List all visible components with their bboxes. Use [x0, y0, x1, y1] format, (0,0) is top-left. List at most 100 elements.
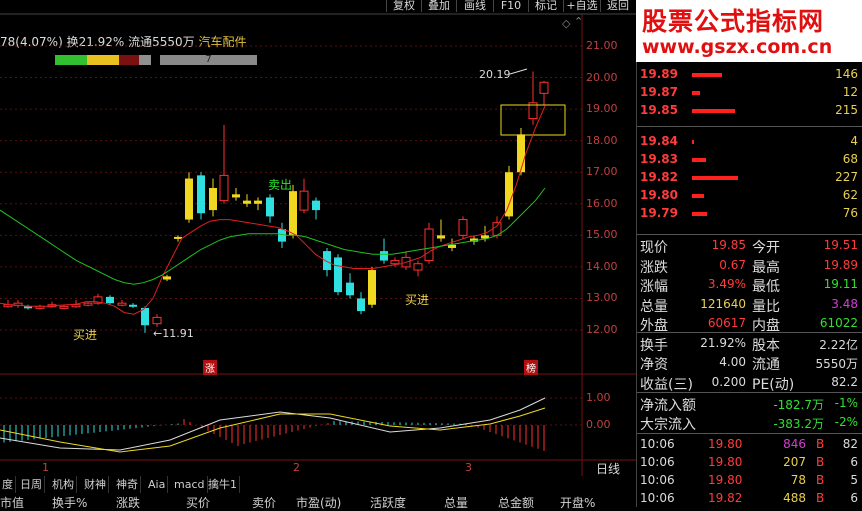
flow-value: -383.2万: [773, 417, 824, 431]
quote-value: 60617: [707, 316, 746, 330]
candle-body: [163, 276, 171, 280]
price-tick-label: 18.00: [586, 133, 618, 147]
flow-label: 净流入额: [640, 398, 696, 414]
kline-chart: [0, 13, 636, 476]
tick-side: B: [816, 437, 825, 451]
quote-value: 4.00: [719, 355, 746, 369]
orderbook-price: 19.80: [640, 188, 678, 202]
sell-signal: 卖出: [268, 178, 293, 192]
orderbook-volume: 227: [835, 170, 858, 184]
orderbook-row[interactable]: 19.80 62: [638, 187, 860, 205]
col-market-cap[interactable]: 市值: [0, 494, 24, 511]
quote-value: 19.51: [823, 238, 858, 252]
tick-row: 10:06 19.82 488 B 6: [638, 490, 860, 508]
orderbook-price: 19.84: [640, 134, 678, 148]
candle-body: [106, 296, 114, 304]
tab-caishen[interactable]: 财神: [82, 476, 109, 493]
macd-dif-line: [0, 397, 546, 451]
tab-shenqi[interactable]: 神奇: [114, 476, 141, 493]
candle-body: [312, 200, 320, 211]
orderbook-volume-bar: [692, 91, 700, 95]
quote-label: 今开: [752, 240, 780, 256]
high-arrow: [509, 68, 528, 75]
logo-url: www.gszx.com.cn: [642, 36, 833, 58]
tab-aia[interactable]: Aia: [146, 476, 169, 493]
col-pe[interactable]: 市盈(动): [296, 494, 341, 511]
top-list-badge: 榜: [524, 360, 538, 375]
orderbook-row[interactable]: 19.79 76: [638, 205, 860, 223]
orderbook-row[interactable]: 19.84 4: [638, 133, 860, 151]
orderbook-row[interactable]: 19.85 215: [638, 102, 860, 120]
col-volume[interactable]: 总量: [444, 494, 468, 511]
quote-row: 收益(三) 0.200 PE(动) 82.2: [638, 373, 860, 393]
candle-body: [197, 175, 205, 214]
quote-label: 现价: [640, 240, 668, 256]
tick-time: 10:06: [640, 491, 675, 505]
tab-qinniu[interactable]: 擒牛1: [206, 476, 240, 493]
tick-count: 6: [850, 491, 858, 505]
orderbook-row[interactable]: 19.82 227: [638, 169, 860, 187]
tick-volume: 488: [783, 491, 806, 505]
candle-body: [243, 200, 251, 204]
date-mark-2: 2: [293, 461, 300, 474]
col-change[interactable]: 涨跌: [116, 494, 140, 511]
col-bid[interactable]: 买价: [186, 494, 210, 511]
period-label[interactable]: 日线: [596, 460, 620, 477]
tab-day-week[interactable]: 日周: [18, 476, 45, 493]
tick-time: 10:06: [640, 437, 675, 451]
quote-row: 涨幅 3.49% 最低 19.11: [638, 275, 860, 295]
orderbook-volume-bar: [692, 73, 722, 77]
col-turnover[interactable]: 换手%: [52, 494, 87, 511]
quote-value: 121640: [700, 296, 746, 311]
candle-body: [368, 270, 376, 305]
col-ask[interactable]: 卖价: [252, 494, 276, 511]
orderbook-price: 19.82: [640, 170, 678, 184]
col-amount[interactable]: 总金额: [498, 494, 534, 511]
orderbook-row[interactable]: 19.87 12: [638, 84, 860, 102]
tab-macd[interactable]: macd: [172, 476, 208, 493]
orderbook-volume-bar: [692, 194, 704, 198]
quote-row: 涨跌 0.67 最高 19.89: [638, 256, 860, 276]
col-open-pct[interactable]: 开盘%: [560, 494, 595, 511]
quote-value: 3.49%: [707, 277, 746, 291]
price-tick-label: 20.00: [586, 70, 618, 84]
candle-body: [174, 236, 182, 239]
candle-body: [71, 304, 81, 308]
macd-tick-label: 1.00: [586, 391, 611, 404]
candle-body: [129, 304, 137, 307]
quote-label: 涨跌: [640, 259, 668, 276]
flow-label: 大宗流入: [640, 417, 696, 433]
quote-list-header: 市值 换手% 涨跌 买价 卖价 市盈(动) 活跃度 总量 总金额 开盘%: [0, 494, 636, 510]
macd-tick-label: 0.00: [586, 418, 611, 431]
quote-label: 总量: [640, 298, 668, 315]
tick-side: B: [816, 491, 825, 505]
quote-label: 涨幅: [640, 279, 668, 295]
flow-row: 大宗流入 -383.2万 -2%: [638, 413, 860, 433]
tick-price: 19.80: [708, 473, 743, 487]
price-tick-label: 13.00: [586, 291, 618, 305]
candle-body: [334, 257, 342, 293]
tab-du[interactable]: 度: [0, 476, 16, 493]
orderbook-price: 19.89: [640, 67, 678, 81]
quote-label: 流通: [752, 357, 780, 373]
orderbook-row[interactable]: 19.83 68: [638, 151, 860, 169]
tab-institution[interactable]: 机构: [50, 476, 77, 493]
price-tick-label: 14.00: [586, 259, 618, 273]
tick-row: 10:06 19.80 846 B 82: [638, 436, 860, 454]
col-activity[interactable]: 活跃度: [370, 494, 406, 511]
candle-body: [232, 194, 240, 198]
orderbook-row[interactable]: 19.89 146: [638, 66, 860, 84]
quote-value: 3.48: [831, 296, 858, 311]
candle-body: [254, 200, 262, 204]
buy-signal-2: 买进: [405, 293, 430, 307]
date-mark-1: 1: [42, 461, 49, 474]
tick-row: 10:06 19.80 207 B 6: [638, 454, 860, 472]
low-price-label: ←11.91: [153, 327, 194, 340]
price-tick-label: 21.00: [586, 39, 618, 52]
quote-value: 61022: [819, 316, 858, 330]
indicator-tabs: 度 日周 机构 财神 神奇 Aia macd 擒牛1: [0, 476, 636, 493]
tick-price: 19.80: [708, 437, 743, 451]
tick-time: 10:06: [640, 473, 675, 487]
orderbook-volume-bar: [692, 140, 694, 144]
low-price-value: 11.91: [162, 327, 194, 340]
